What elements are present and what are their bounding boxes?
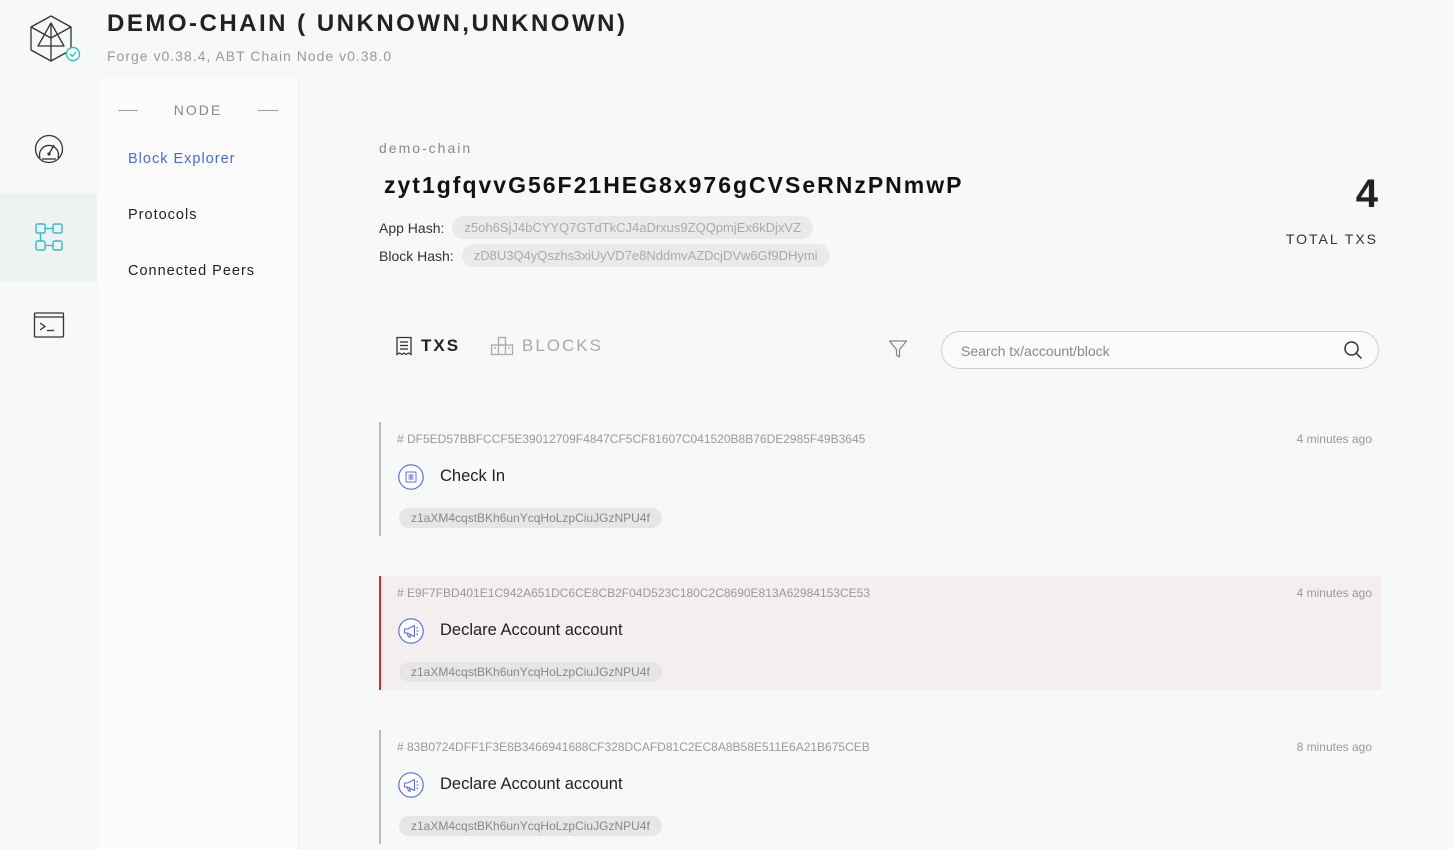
app-version: Forge v0.38.4, ABT Chain Node v0.38.0 xyxy=(107,48,393,64)
tx-sender-address[interactable]: z1aXM4cqstBKh6unYcqHoLzpCiuJGzNPU4f xyxy=(399,662,662,682)
tx-time: 4 minutes ago xyxy=(1296,586,1372,600)
block-hash-label: Block Hash: xyxy=(379,247,454,264)
icon-rail xyxy=(0,78,97,849)
tx-hash[interactable]: # 83B0724DFF1F3E8B3466941688CF328DCAFD81… xyxy=(397,740,870,754)
search-input[interactable] xyxy=(959,340,1333,362)
blocks-icon xyxy=(490,336,514,356)
rail-item-dashboard[interactable] xyxy=(0,105,97,193)
filter-icon[interactable] xyxy=(888,339,908,359)
tx-sender-address[interactable]: z1aXM4cqstBKh6unYcqHoLzpCiuJGzNPU4f xyxy=(399,816,662,836)
tx-list-item[interactable]: # 83B0724DFF1F3E8B3466941688CF328DCAFD81… xyxy=(379,730,1381,844)
subnav-item-protocols[interactable]: Protocols xyxy=(128,207,197,223)
megaphone-icon xyxy=(398,772,424,798)
node-subnav: NODE Block Explorer Protocols Connected … xyxy=(98,78,299,849)
tx-type: Check In xyxy=(440,467,506,485)
tab-txs[interactable]: TXS xyxy=(395,336,460,356)
tx-time: 8 minutes ago xyxy=(1296,740,1372,754)
subnav-heading-label: NODE xyxy=(173,102,223,118)
block-explorer-main: demo-chain zyt1gfqvvG56F21HEG8x976gCVSeR… xyxy=(299,78,1454,849)
total-txs-count: 4 xyxy=(1355,172,1378,216)
tx-type: Declare Account account xyxy=(440,621,623,639)
app-title: DEMO-CHAIN ( UNKNOWN,UNKNOWN) xyxy=(107,10,628,37)
tab-txs-label: TXS xyxy=(421,336,461,355)
tx-list-item[interactable]: # E9F7FBD401E1C942A651DC6CE8CB2F04D523C1… xyxy=(379,576,1381,690)
subnav-item-block-explorer[interactable]: Block Explorer xyxy=(128,151,235,167)
app-hash-label: App Hash: xyxy=(379,219,445,236)
tx-time: 4 minutes ago xyxy=(1296,432,1372,446)
tx-hash[interactable]: # E9F7FBD401E1C942A651DC6CE8CB2F04D523C1… xyxy=(397,586,870,600)
total-txs-label: TOTAL TXS xyxy=(1285,231,1378,247)
chain-id: demo-chain xyxy=(379,140,473,156)
divider xyxy=(257,109,278,111)
tx-list-item[interactable]: # DF5ED57BBFCCF5E39012709F4847CF5CF81607… xyxy=(379,422,1381,536)
tx-sender-address[interactable]: z1aXM4cqstBKh6unYcqHoLzpCiuJGzNPU4f xyxy=(399,508,662,528)
rail-item-console[interactable] xyxy=(0,281,97,369)
app-hash-row: App Hash: z5oh6SjJ4bCYYQ7GTdTkCJ4aDrxus9… xyxy=(379,216,814,239)
app-header: DEMO-CHAIN ( UNKNOWN,UNKNOWN) Forge v0.3… xyxy=(0,0,1454,78)
block-hash-row: Block Hash: zD8U3Q4yQszhs3xiUyVD7e8Nddmv… xyxy=(379,244,830,267)
block-hash-value[interactable]: zD8U3Q4yQszhs3xiUyVD7e8NddmvAZDcjDVw6Gf9… xyxy=(461,244,830,267)
tab-blocks-label: BLOCKS xyxy=(522,336,603,355)
node-address: zyt1gfqvvG56F21HEG8x976gCVSeRNzPNmwP xyxy=(384,172,964,198)
subnav-item-connected-peers[interactable]: Connected Peers xyxy=(128,263,255,279)
tx-type: Declare Account account xyxy=(440,775,623,793)
explorer-icon xyxy=(34,223,63,251)
search-box xyxy=(941,331,1379,369)
subnav-heading: NODE xyxy=(118,102,278,118)
tab-blocks[interactable]: BLOCKS xyxy=(490,336,603,356)
receipt-icon xyxy=(395,336,413,356)
app-hash-value[interactable]: z5oh6SjJ4bCYYQ7GTdTkCJ4aDrxus9ZQQpmjEx6k… xyxy=(452,216,814,239)
dashboard-icon xyxy=(34,134,63,164)
megaphone-icon xyxy=(398,618,424,644)
search-icon[interactable] xyxy=(1343,340,1363,360)
calendar-icon xyxy=(398,464,424,490)
tx-hash[interactable]: # DF5ED57BBFCCF5E39012709F4847CF5CF81607… xyxy=(397,432,865,446)
terminal-icon xyxy=(33,312,64,338)
rail-item-explorer[interactable] xyxy=(0,193,97,281)
forge-logo-icon[interactable] xyxy=(29,14,83,64)
divider xyxy=(118,109,138,111)
